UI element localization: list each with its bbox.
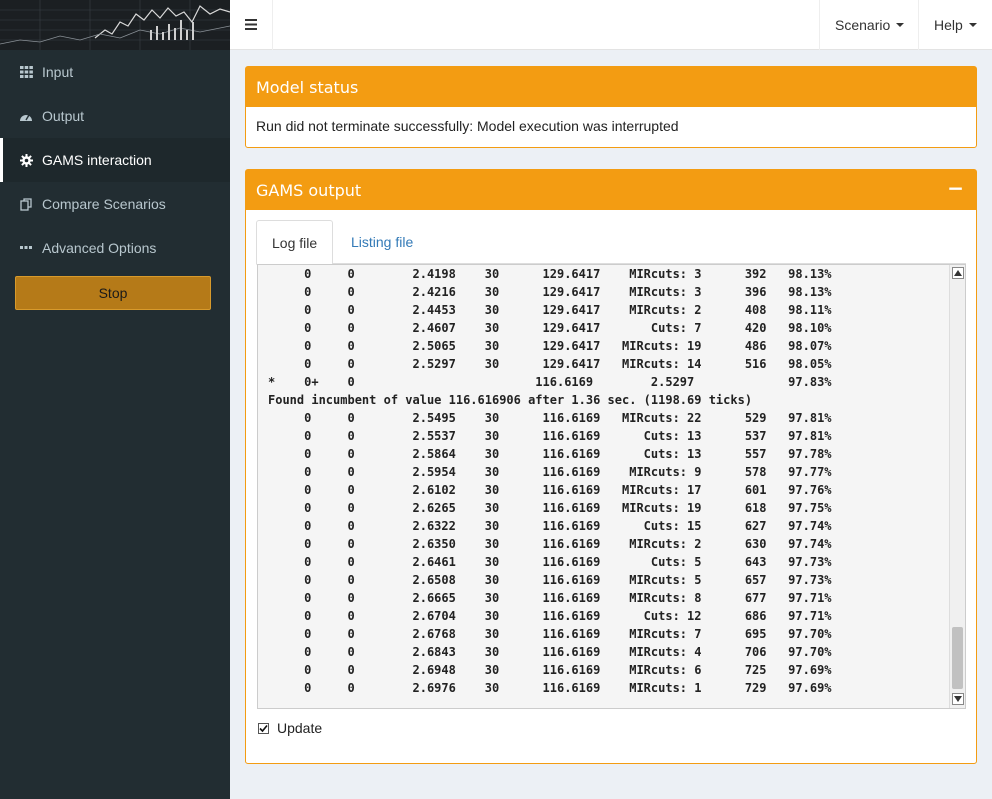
hamburger-icon (245, 17, 257, 33)
log-line: 0 0 2.5495 30 116.6169 MIRcuts: 22 529 9… (268, 411, 832, 425)
logo-banner (0, 0, 230, 50)
sidebar-item-label: Advanced Options (42, 240, 157, 256)
sidebar-toggle-button[interactable] (230, 0, 273, 50)
scroll-up-arrow-icon[interactable] (952, 267, 964, 279)
log-line: 0 0 2.5864 30 116.6169 Cuts: 13 557 97.7… (268, 447, 832, 461)
log-line: 0 0 2.5537 30 116.6169 Cuts: 13 537 97.8… (268, 429, 832, 443)
stop-button[interactable]: Stop (15, 276, 211, 310)
log-line: 0 0 2.4216 30 129.6417 MIRcuts: 3 396 98… (268, 285, 832, 299)
log-line: 0 0 2.6265 30 116.6169 MIRcuts: 19 618 9… (268, 501, 832, 515)
log-line: 0 0 2.6508 30 116.6169 MIRcuts: 5 657 97… (268, 573, 832, 587)
log-line: 0 0 2.6102 30 116.6169 MIRcuts: 17 601 9… (268, 483, 832, 497)
tab-listing-file[interactable]: Listing file (336, 220, 428, 264)
output-tabs: Log file Listing file (256, 220, 966, 265)
top-navbar: Scenario Help (230, 0, 992, 50)
log-output-area[interactable]: 0 0 2.4198 30 129.6417 MIRcuts: 3 392 98… (257, 264, 966, 709)
update-toggle[interactable]: Update (258, 720, 322, 736)
log-line: * 0+ 0 116.6169 2.5297 97.83% (268, 375, 832, 389)
sidebar-nav: Input Output GAMS interaction Compare Sc… (0, 50, 230, 270)
update-label: Update (277, 720, 323, 736)
caret-down-icon (968, 23, 977, 27)
log-line: 0 0 2.6843 30 116.6169 MIRcuts: 4 706 97… (268, 645, 832, 659)
sidebar-item-label: Input (42, 64, 74, 80)
log-line: 0 0 2.6461 30 116.6169 Cuts: 5 643 97.73… (268, 555, 832, 569)
sidebar-item-label: Output (42, 108, 85, 124)
sidebar-item-compare-scenarios[interactable]: Compare Scenarios (0, 182, 230, 226)
update-checkbox[interactable] (258, 722, 269, 734)
log-line: 0 0 2.6976 30 116.6169 MIRcuts: 1 729 97… (268, 681, 832, 695)
sidebar-item-label: GAMS interaction (42, 152, 152, 168)
gams-output-box: GAMS output − Log file Listing file 0 0 … (245, 169, 977, 764)
checkmark-icon (259, 724, 268, 732)
model-status-header: Model status (246, 67, 976, 107)
dashboard-icon (18, 109, 34, 123)
log-scrollbar[interactable] (949, 265, 965, 708)
box-title: GAMS output (256, 180, 362, 200)
box-title: Model status (256, 77, 359, 97)
log-line: 0 0 2.6350 30 116.6169 MIRcuts: 2 630 97… (268, 537, 832, 551)
model-status-box: Model status Run did not terminate succe… (245, 66, 977, 148)
log-line: Found incumbent of value 116.616906 afte… (268, 393, 753, 407)
caret-down-icon (896, 23, 905, 27)
gear-icon (18, 153, 34, 167)
copy-icon (18, 197, 34, 211)
help-menu-label: Help (934, 17, 963, 33)
model-status-message: Run did not terminate successfully: Mode… (256, 118, 679, 134)
log-line: 0 0 2.4198 30 129.6417 MIRcuts: 3 392 98… (268, 267, 832, 281)
log-lines: 0 0 2.4198 30 129.6417 MIRcuts: 3 392 98… (268, 265, 832, 697)
sidebar-item-output[interactable]: Output (0, 94, 230, 138)
sidebar-item-label: Compare Scenarios (42, 196, 166, 212)
ellipsis-icon (18, 241, 34, 255)
scenario-menu[interactable]: Scenario (819, 0, 919, 50)
log-line: 0 0 2.6704 30 116.6169 Cuts: 12 686 97.7… (268, 609, 832, 623)
log-line: 0 0 2.6948 30 116.6169 MIRcuts: 6 725 97… (268, 663, 832, 677)
log-line: 0 0 2.4607 30 129.6417 Cuts: 7 420 98.10… (268, 321, 832, 335)
sidebar-item-gams-interaction[interactable]: GAMS interaction (0, 138, 230, 182)
log-line: 0 0 2.5065 30 129.6417 MIRcuts: 19 486 9… (268, 339, 832, 353)
gams-output-header: GAMS output − (246, 170, 976, 210)
sidebar-item-input[interactable]: Input (0, 50, 230, 94)
grid-icon (18, 65, 34, 79)
log-line: 0 0 2.6665 30 116.6169 MIRcuts: 8 677 97… (268, 591, 832, 605)
log-line: 0 0 2.5297 30 129.6417 MIRcuts: 14 516 9… (268, 357, 832, 371)
sidebar-item-advanced-options[interactable]: Advanced Options (0, 226, 230, 270)
scrollbar-thumb[interactable] (952, 627, 963, 689)
scroll-down-arrow-icon[interactable] (952, 693, 964, 705)
log-line: 0 0 2.6768 30 116.6169 MIRcuts: 7 695 97… (268, 627, 832, 641)
collapse-button[interactable]: − (947, 178, 964, 198)
scenario-menu-label: Scenario (835, 17, 891, 33)
log-line: 0 0 2.5954 30 116.6169 MIRcuts: 9 578 97… (268, 465, 832, 479)
log-line: 0 0 2.6322 30 116.6169 Cuts: 15 627 97.7… (268, 519, 832, 533)
help-menu[interactable]: Help (918, 0, 992, 50)
log-line: 0 0 2.4453 30 129.6417 MIRcuts: 2 408 98… (268, 303, 832, 317)
sidebar: Input Output GAMS interaction Compare Sc… (0, 0, 230, 799)
tab-log-file[interactable]: Log file (256, 220, 334, 265)
